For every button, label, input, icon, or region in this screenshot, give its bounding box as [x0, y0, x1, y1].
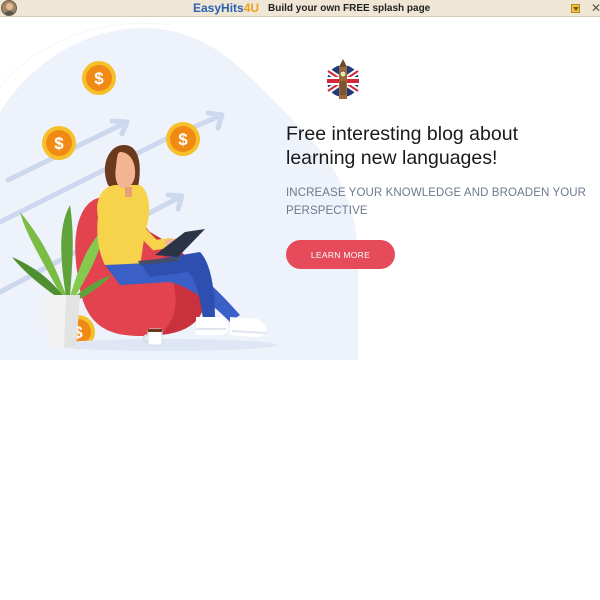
coin-icon: $: [82, 61, 116, 95]
hero-headline: Free interesting blog about learning new…: [286, 123, 518, 169]
brand-accent: 4U: [243, 1, 260, 15]
close-icon[interactable]: ✕: [591, 0, 600, 17]
hero-subheadline: INCREASE YOUR KNOWLEDGE AND BROADEN YOUR…: [286, 187, 587, 217]
banner-tagline[interactable]: Build your own FREE splash page: [268, 0, 430, 17]
brand-logo[interactable]: EasyHits4U: [193, 0, 259, 17]
brand-name: EasyHits: [193, 1, 244, 15]
coin-icon: $: [166, 122, 200, 156]
top-banner: EasyHits4U Build your own FREE splash pa…: [0, 0, 600, 17]
floor-shadow: [53, 339, 277, 351]
svg-text:$: $: [94, 69, 104, 88]
coin-icon: $: [42, 126, 76, 160]
svg-text:$: $: [54, 134, 64, 153]
learn-more-button[interactable]: LEARN MORE: [286, 240, 395, 269]
avatar[interactable]: [1, 0, 17, 16]
svg-text:$: $: [178, 130, 188, 149]
uk-flag-big-ben-icon: [326, 59, 360, 99]
dropdown-icon[interactable]: [571, 4, 580, 13]
